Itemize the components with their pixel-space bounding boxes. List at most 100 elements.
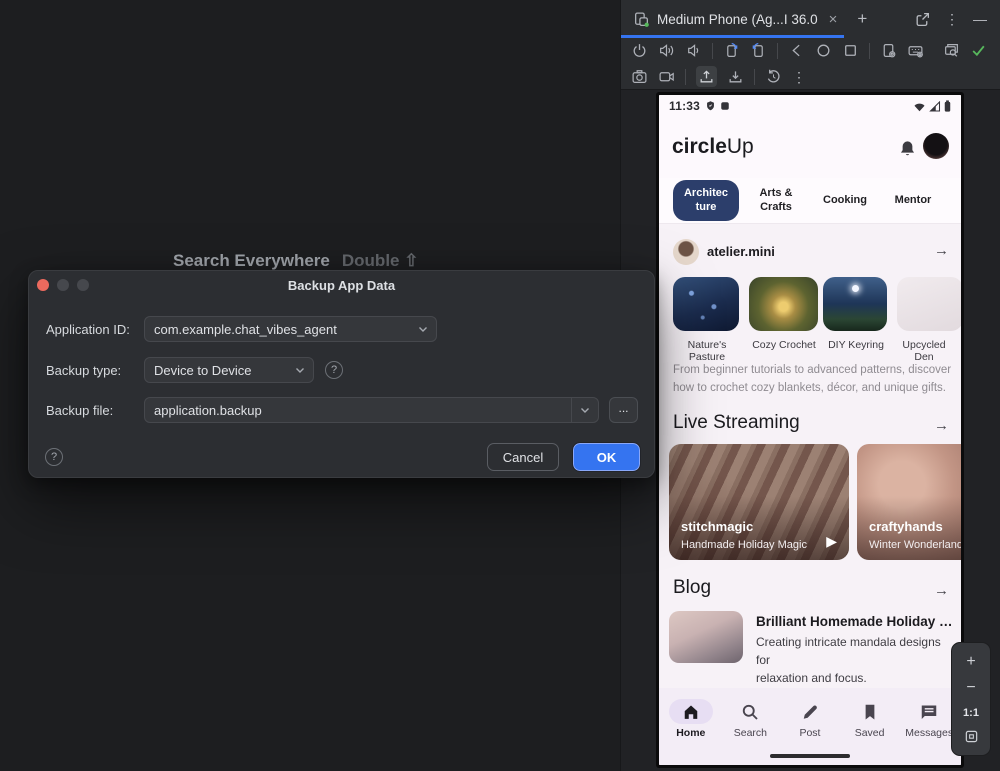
gallery-caption: Cozy Crochet	[751, 339, 817, 351]
rotate-left-icon[interactable]	[723, 42, 740, 59]
close-tab-icon[interactable]: ×	[825, 11, 842, 28]
wifi-icon	[913, 101, 926, 112]
pencil-icon	[800, 702, 820, 722]
overview-button-icon[interactable]	[842, 42, 859, 59]
nav-home[interactable]: Home	[663, 688, 719, 765]
signal-icon	[929, 101, 941, 112]
home-icon	[681, 702, 701, 722]
nav-messages[interactable]: Messages	[901, 688, 957, 765]
dropdown-chevron-icon[interactable]	[571, 398, 598, 422]
home-button-icon[interactable]	[815, 42, 832, 59]
more-actions-icon[interactable]: ⋮	[792, 70, 806, 84]
backup-type-dropdown[interactable]: Device to Device	[144, 357, 314, 383]
tab-arts-crafts[interactable]: Arts & Crafts	[751, 180, 801, 221]
gallery-image-cozy-crochet[interactable]	[749, 277, 818, 331]
tab-mentor[interactable]: Mentor	[887, 180, 939, 221]
blog-post-image[interactable]	[669, 611, 743, 663]
screenshot-inspect-icon[interactable]	[943, 42, 960, 59]
live-streaming-arrow-icon[interactable]: →	[934, 417, 949, 434]
browse-file-button[interactable]: ...	[609, 397, 638, 423]
tab-arts-crafts-line1: Arts &	[759, 187, 792, 201]
gallery-image-diy-keyring[interactable]	[823, 277, 887, 331]
toolbar-separator	[712, 43, 713, 59]
new-tab-icon[interactable]: +	[857, 9, 867, 29]
play-icon[interactable]: ▶	[826, 533, 837, 550]
application-id-dropdown[interactable]: com.example.chat_vibes_agent	[144, 316, 437, 342]
rotate-right-icon[interactable]	[750, 42, 767, 59]
nav-label: Search	[734, 727, 767, 739]
gesture-navigation-bar[interactable]	[770, 754, 850, 758]
dialog-title: Backup App Data	[29, 278, 654, 293]
backup-type-help-icon[interactable]: ?	[325, 361, 343, 379]
reset-device-icon[interactable]	[765, 68, 782, 85]
screenshot-camera-icon[interactable]	[631, 68, 648, 85]
tab-cooking[interactable]: Cooking	[819, 180, 871, 221]
toolbar-separator	[777, 43, 778, 59]
restore-download-icon[interactable]	[727, 68, 744, 85]
blog-desc-line2: relaxation and focus.	[756, 671, 867, 685]
application-id-label: Application ID:	[46, 322, 130, 337]
nav-label: Post	[799, 727, 820, 739]
app-title-bold: circle	[672, 135, 727, 158]
virtual-keyboard-icon[interactable]	[907, 42, 924, 59]
minimize-panel-icon[interactable]: —	[973, 11, 987, 27]
screen-record-icon[interactable]	[658, 68, 675, 85]
gallery-image-upcycled-den[interactable]	[897, 277, 961, 331]
gallery-caption: DIY Keyring	[825, 339, 887, 351]
live-card-stitchmagic[interactable]: stitchmagic Handmade Holiday Magic ▶	[669, 444, 849, 560]
volume-up-icon[interactable]	[658, 42, 675, 59]
device-icon	[633, 11, 650, 28]
live-card-craftyhands[interactable]: craftyhands Winter Wonderland	[857, 444, 961, 560]
nav-label: Home	[676, 727, 705, 739]
fit-to-window-icon[interactable]	[964, 729, 979, 744]
app-title: circleUp	[672, 135, 754, 159]
app-title-light: Up	[727, 135, 754, 158]
tab-arts-crafts-line2: Crafts	[760, 201, 792, 215]
creator-avatar[interactable]	[673, 239, 699, 265]
zoom-out-button[interactable]: −	[966, 680, 975, 696]
notifications-bell-icon[interactable]	[898, 139, 917, 159]
tab-architecture[interactable]: Architec ture	[673, 180, 739, 221]
device-tab[interactable]: Medium Phone (Ag...I 36.0 ×	[621, 0, 851, 38]
notification-app-icon	[720, 101, 730, 111]
panel-menu-icon[interactable]: ⋮	[945, 12, 959, 26]
emulator-phone-frame: 11:33 circleUp	[656, 92, 964, 768]
category-tab-bar: Architec ture Arts & Crafts Cooking Ment…	[659, 178, 961, 224]
message-icon	[919, 702, 939, 722]
profile-avatar[interactable]	[923, 133, 949, 159]
backup-app-data-button[interactable]	[696, 66, 717, 87]
search-icon	[740, 702, 760, 722]
toolbar-separator	[869, 43, 870, 59]
live-card-subtitle: Handmade Holiday Magic	[681, 539, 807, 551]
tab-cooking-label: Cooking	[823, 194, 867, 208]
ok-button[interactable]: OK	[573, 443, 640, 471]
status-time: 11:33	[669, 99, 700, 113]
blog-post-title[interactable]: Brilliant Homemade Holiday …	[756, 614, 956, 629]
live-card-name: craftyhands	[869, 519, 943, 534]
gallery-image-natures-pasture[interactable]	[673, 277, 739, 331]
battery-icon	[944, 100, 951, 112]
tab-architecture-line1: Architec	[684, 187, 728, 201]
nav-saved[interactable]: Saved	[842, 688, 898, 765]
creator-arrow-icon[interactable]: →	[934, 242, 949, 259]
blog-arrow-icon[interactable]: →	[934, 582, 949, 599]
creator-row[interactable]: atelier.mini →	[659, 238, 961, 268]
back-button-icon[interactable]	[788, 42, 805, 59]
dropdown-chevron-icon[interactable]	[410, 317, 436, 341]
backup-file-input[interactable]: application.backup	[144, 397, 599, 423]
toolbar-separator	[685, 69, 686, 85]
zoom-ratio-label[interactable]: 1:1	[963, 707, 979, 719]
backup-file-label: Backup file:	[46, 403, 113, 418]
backup-type-label: Backup type:	[46, 363, 121, 378]
volume-down-icon[interactable]	[685, 42, 702, 59]
search-everywhere-label: Search Everywhere	[173, 251, 330, 270]
cancel-button[interactable]: Cancel	[487, 443, 559, 471]
open-in-window-icon[interactable]	[914, 11, 931, 28]
confirm-check-icon[interactable]	[970, 42, 987, 59]
power-button-icon[interactable]	[631, 42, 648, 59]
dropdown-chevron-icon[interactable]	[287, 358, 313, 382]
backup-type-value: Device to Device	[154, 363, 252, 378]
dialog-help-icon[interactable]: ?	[45, 448, 63, 466]
device-settings-icon[interactable]	[880, 42, 897, 59]
zoom-in-button[interactable]: +	[966, 654, 975, 670]
